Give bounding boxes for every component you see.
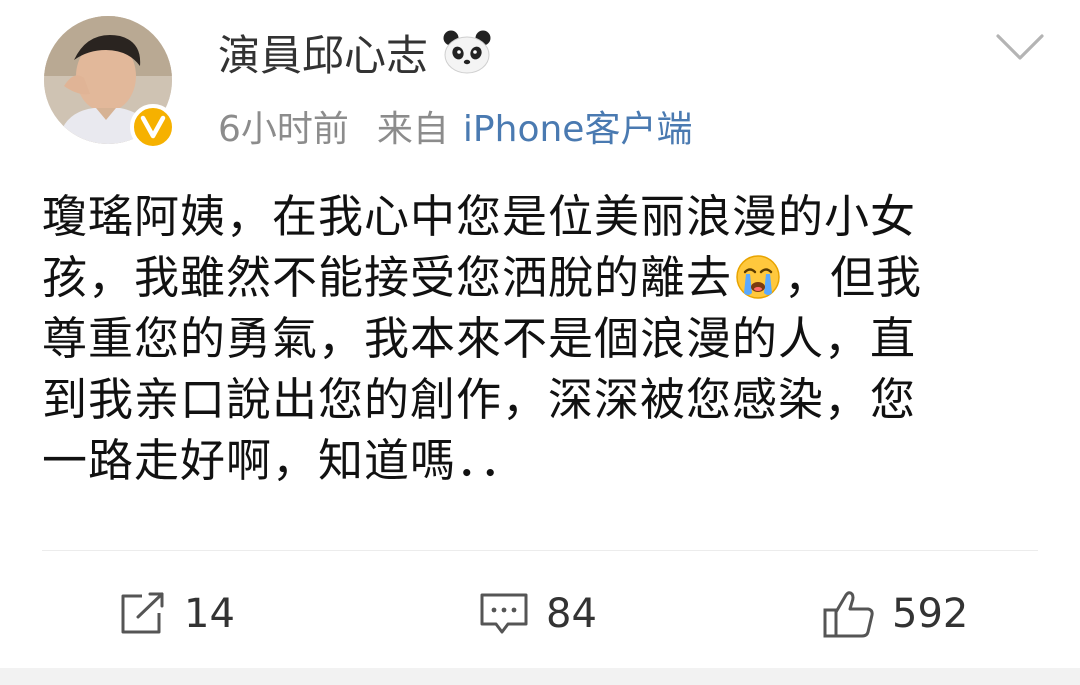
crying-face-icon — [736, 255, 780, 299]
comment-count: 84 — [546, 591, 597, 637]
weibo-post-card: 演員邱心志 6小时前 来自 iPhone客户端 瓊瑤阿姨，在我心中您是位美丽浪漫… — [0, 0, 1080, 668]
like-button[interactable]: 592 — [822, 584, 968, 644]
bottom-separator — [0, 668, 1080, 685]
post-text-segment: 孩，我雖然不能接受您洒脫的離去 — [42, 251, 733, 304]
action-divider — [42, 550, 1038, 551]
panda-emoji-icon — [443, 30, 491, 74]
post-text-line: 尊重您的勇氣，我本來不是個浪漫的人，直 — [42, 312, 917, 365]
post-meta: 6小时前 来自 iPhone客户端 — [218, 100, 692, 152]
post-time: 6小时前 — [218, 109, 349, 150]
comment-button[interactable]: 84 — [478, 584, 597, 644]
comment-icon — [480, 593, 528, 634]
verified-v-icon — [140, 115, 166, 139]
author-name[interactable]: 演員邱心志 — [218, 22, 428, 83]
post-body: 瓊瑤阿姨，在我心中您是位美丽浪漫的小女 孩，我雖然不能接受您洒脫的離去 ，但我 … — [42, 186, 1042, 491]
chevron-down-icon[interactable] — [994, 30, 1046, 64]
verified-badge — [130, 104, 176, 150]
repost-count: 14 — [184, 591, 235, 637]
post-text-line: 瓊瑤阿姨，在我心中您是位美丽浪漫的小女 — [42, 190, 917, 243]
author-name-row: 演員邱心志 — [218, 24, 492, 80]
post-text-line: 到我亲口說出您的創作，深深被您感染，您 — [42, 373, 917, 426]
thumbs-up-icon — [823, 591, 874, 638]
source-prefix: 来自 — [376, 109, 449, 150]
post-text-segment: ，但我 — [784, 251, 923, 304]
repost-button[interactable]: 14 — [118, 584, 235, 644]
source-device-link[interactable]: iPhone客户端 — [463, 100, 693, 152]
repost-icon — [121, 592, 164, 634]
post-text-line: 一路走好啊，知道嗎．． — [42, 434, 526, 487]
like-count: 592 — [892, 591, 969, 637]
post-text-line-with-emoji: 孩，我雖然不能接受您洒脫的離去 ，但我 — [42, 247, 1042, 308]
